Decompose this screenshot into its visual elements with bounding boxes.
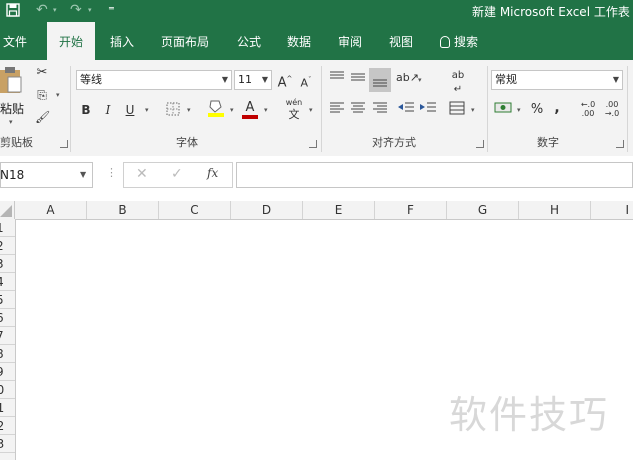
- insert-function-icon[interactable]: fx: [207, 166, 218, 180]
- column-header-b[interactable]: B: [87, 201, 159, 219]
- increase-indent-icon[interactable]: [419, 101, 437, 120]
- customize-icon[interactable]: ═: [109, 4, 114, 13]
- align-top-icon[interactable]: [328, 70, 346, 89]
- font-size-combo[interactable]: 11 ▼: [234, 70, 272, 90]
- cancel-icon[interactable]: ✕: [136, 166, 148, 182]
- window-title: 新建 Microsoft Excel 工作表: [472, 5, 630, 19]
- decrease-font-icon[interactable]: Aˇ: [298, 71, 314, 93]
- increase-decimal-icon[interactable]: ←.0.00: [578, 100, 598, 118]
- format-painter-icon[interactable]: 🖌: [35, 108, 50, 126]
- align-center-icon[interactable]: [349, 101, 367, 120]
- borders-icon[interactable]: [165, 101, 181, 119]
- increase-font-icon[interactable]: A^: [277, 70, 293, 92]
- column-header-f[interactable]: F: [375, 201, 447, 219]
- number-format-combo[interactable]: 常规 ▼: [491, 70, 623, 90]
- name-box-dropdown-icon[interactable]: ▼: [80, 170, 86, 179]
- row-header[interactable]: 2: [0, 237, 15, 255]
- ribbon-home: 粘贴 ▾ ✂ ⎘ ▾ 🖌 剪贴板 等线 ▼ 11 ▼ A^ Aˇ B I U ▾ ▾…: [0, 60, 633, 157]
- column-header-a[interactable]: A: [15, 201, 87, 219]
- align-left-icon[interactable]: [328, 101, 346, 120]
- decrease-decimal-icon[interactable]: .00 →.0: [602, 100, 622, 118]
- alignment-group-label: 对齐方式: [372, 136, 416, 149]
- row-header[interactable]: 7: [0, 327, 15, 345]
- paste-button[interactable]: 粘贴 ▾: [0, 64, 26, 128]
- formula-buttons: ✕ ✓ fx: [123, 162, 233, 188]
- column-header-e[interactable]: E: [303, 201, 375, 219]
- font-color-icon[interactable]: A: [241, 98, 259, 119]
- number-launcher-icon[interactable]: [616, 140, 624, 148]
- tab-home[interactable]: 开始: [47, 22, 95, 60]
- bold-button[interactable]: B: [79, 101, 93, 119]
- tab-view[interactable]: 视图: [389, 22, 413, 60]
- align-right-icon[interactable]: [371, 101, 389, 120]
- clipboard-group-label: 剪贴板: [0, 136, 33, 149]
- enter-icon[interactable]: ✓: [171, 166, 183, 182]
- undo-dropdown-icon[interactable]: ▾: [53, 6, 57, 14]
- percent-style-button[interactable]: %: [529, 101, 545, 119]
- title-bar: ↶ ▾ ↷ ▾ ═ 新建 Microsoft Excel 工作表: [0, 0, 633, 22]
- row-header[interactable]: 9: [0, 363, 15, 381]
- copy-icon[interactable]: ⎘: [35, 86, 49, 104]
- column-header-g[interactable]: G: [447, 201, 519, 219]
- underline-button[interactable]: U: [123, 101, 137, 119]
- cut-icon[interactable]: ✂: [35, 64, 49, 82]
- row-header[interactable]: 12: [0, 417, 15, 435]
- row-header[interactable]: 3: [0, 255, 15, 273]
- align-bottom-icon[interactable]: [369, 68, 391, 92]
- column-header-c[interactable]: C: [159, 201, 231, 219]
- ribbon-tabs: 文件 开始 插入 页面布局 公式 数据 审阅 视图 搜索: [0, 22, 633, 60]
- accounting-format-icon[interactable]: [493, 100, 513, 121]
- fill-color-icon[interactable]: [207, 98, 225, 123]
- formula-bar: N18 ▼ ⋮ ✕ ✓ fx: [0, 156, 633, 196]
- tab-formulas[interactable]: 公式: [237, 22, 261, 60]
- paste-label: 粘贴: [0, 102, 25, 116]
- row-header[interactable]: 11: [0, 399, 15, 417]
- column-header-i[interactable]: I: [591, 201, 633, 219]
- row-header[interactable]: 6: [0, 309, 15, 327]
- phonetic-guide-icon[interactable]: wén 文: [284, 96, 304, 122]
- column-headers: A B C D E F G H I: [0, 201, 633, 220]
- redo-icon[interactable]: ↷: [70, 2, 82, 18]
- row-header[interactable]: 8: [0, 345, 15, 363]
- row-header[interactable]: 13: [0, 435, 15, 453]
- font-name-combo[interactable]: 等线 ▼: [76, 70, 232, 90]
- row-header[interactable]: 5: [0, 291, 15, 309]
- font-launcher-icon[interactable]: [309, 140, 317, 148]
- redo-dropdown-icon[interactable]: ▾: [88, 6, 92, 14]
- row-header[interactable]: 1: [0, 219, 15, 237]
- formula-bar-grip-icon[interactable]: ⋮: [106, 166, 117, 179]
- tab-page-layout[interactable]: 页面布局: [161, 22, 209, 60]
- formula-input[interactable]: [236, 162, 633, 188]
- tab-search[interactable]: 搜索: [440, 22, 478, 60]
- number-group-label: 数字: [537, 136, 559, 149]
- tab-review[interactable]: 审阅: [338, 22, 362, 60]
- tab-insert[interactable]: 插入: [110, 22, 134, 60]
- clipboard-icon: [0, 66, 22, 93]
- row-header[interactable]: 4: [0, 273, 15, 291]
- row-header[interactable]: 10: [0, 381, 15, 399]
- decrease-indent-icon[interactable]: [397, 101, 415, 120]
- lightbulb-icon: [440, 36, 450, 48]
- wrap-text-icon[interactable]: ab ↵: [448, 68, 468, 96]
- tab-file[interactable]: 文件: [3, 22, 27, 60]
- column-header-d[interactable]: D: [231, 201, 303, 219]
- select-all-button[interactable]: [0, 201, 15, 219]
- column-header-h[interactable]: H: [519, 201, 591, 219]
- alignment-launcher-icon[interactable]: [476, 140, 484, 148]
- name-box[interactable]: N18 ▼: [0, 162, 93, 188]
- comma-style-button[interactable]: ,: [552, 99, 562, 117]
- clipboard-launcher-icon[interactable]: [60, 140, 68, 148]
- undo-icon[interactable]: ↶: [36, 2, 48, 18]
- merge-center-icon[interactable]: [448, 101, 466, 120]
- orientation-icon[interactable]: ab↗: [396, 69, 419, 87]
- align-middle-icon[interactable]: [349, 70, 367, 89]
- tab-data[interactable]: 数据: [287, 22, 311, 60]
- row-headers: 1 2 3 4 5 6 7 8 9 10 11 12 13: [0, 219, 16, 460]
- italic-button[interactable]: I: [101, 101, 115, 119]
- save-icon[interactable]: [6, 3, 20, 17]
- font-group-label: 字体: [176, 136, 198, 149]
- watermark-text: 软件技巧: [449, 393, 610, 437]
